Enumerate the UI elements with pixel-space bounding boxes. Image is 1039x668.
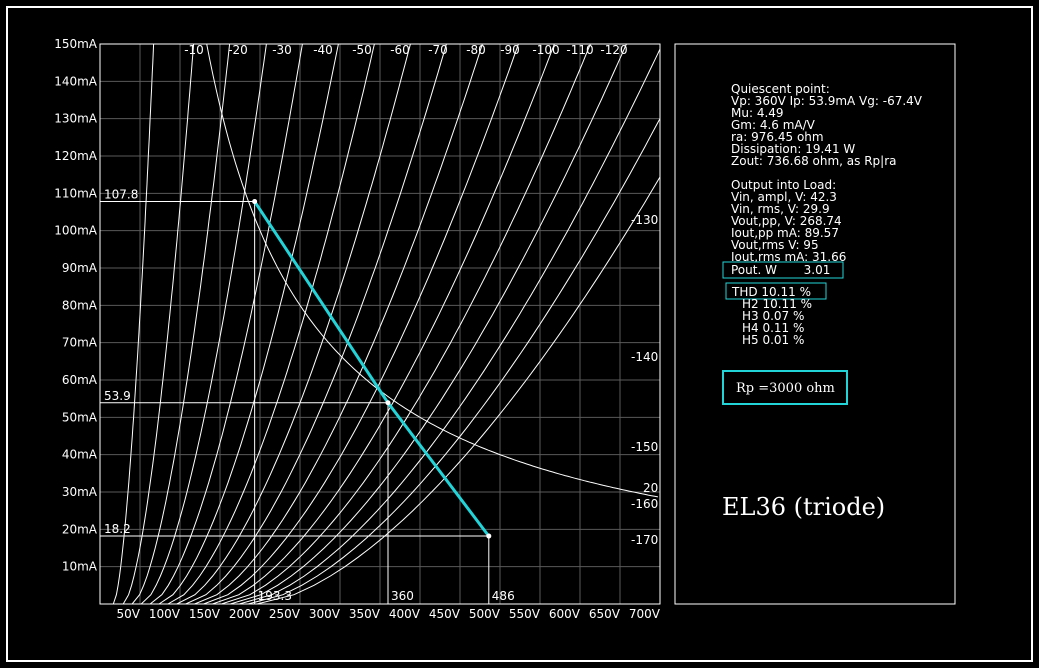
y-marker-label: 53.9	[104, 389, 131, 403]
curve-label: -20	[228, 43, 248, 57]
curve-label: -140	[631, 350, 658, 364]
plate-curve-chart: 50V 100V 150V 200V 250V 300V 350V 400V 450V 500V 5…	[54, 37, 956, 621]
plate-curve	[176, 44, 411, 604]
plate-curve	[140, 44, 267, 604]
y-tick-label: 30mA	[62, 485, 98, 499]
curve-label: -10	[184, 43, 204, 57]
y-tick-label: 140mA	[54, 74, 98, 88]
y-tick-label: 90mA	[62, 261, 98, 275]
x-marker-label: 360	[391, 589, 414, 603]
curve-label: -100	[532, 43, 559, 57]
x-tick-label: 650V	[589, 607, 621, 621]
pout-value: Pout. W 3.01	[731, 263, 830, 277]
plate-curve	[203, 44, 519, 604]
x-tick-label: 350V	[349, 607, 381, 621]
plate-curve	[212, 44, 555, 604]
curves-layer	[112, 44, 660, 604]
curve-label: -70	[428, 43, 448, 57]
curve-label: -150	[631, 440, 658, 454]
load-line	[253, 200, 490, 538]
harmonic-line: H5 0.01 %	[742, 333, 804, 347]
y-tick-label: 130mA	[54, 112, 98, 126]
y-tick-label: 100mA	[54, 224, 98, 238]
x-tick-label: 200V	[229, 607, 261, 621]
plate-curve	[239, 47, 660, 604]
y-tick-label: 110mA	[54, 186, 98, 200]
plate-curve	[122, 44, 195, 604]
y-tick-label: 50mA	[62, 410, 98, 424]
plate-curve	[194, 44, 483, 604]
x-tick-label: 150V	[189, 607, 221, 621]
curve-label: -110	[566, 43, 593, 57]
dissipation-curve	[206, 44, 658, 498]
load-line-point	[252, 199, 258, 205]
curve-label: -60	[390, 43, 410, 57]
y-tick-label: 60mA	[62, 373, 98, 387]
x-marker-label: 486	[492, 589, 515, 603]
y-tick-label: 120mA	[54, 149, 98, 163]
y-tick-label: 150mA	[54, 37, 98, 51]
curve-label: -40	[313, 43, 333, 57]
y-tick-label: 20mA	[62, 522, 98, 536]
quiescent-line: Zout: 736.68 ohm, as Rp|ra	[731, 154, 897, 168]
curve-label: -130	[631, 213, 658, 227]
x-tick-label: 100V	[149, 607, 181, 621]
plate-curve	[112, 44, 155, 604]
curve-label: -50	[352, 43, 372, 57]
grid-layer	[100, 43, 661, 604]
x-tick-label: 450V	[429, 607, 461, 621]
load-line-point	[385, 400, 391, 406]
plate-curve	[131, 44, 231, 604]
curve-label: -160	[631, 497, 658, 511]
curve-label: -170	[631, 533, 658, 547]
rp-value: Rp =3000 ohm	[736, 381, 835, 396]
x-tick-label: 50V	[117, 607, 141, 621]
y-tick-label: 70mA	[62, 336, 98, 350]
plate-curve	[247, 117, 660, 604]
x-marker-label: 193.3	[258, 589, 292, 603]
y-tick-label: 10mA	[62, 560, 98, 574]
plate-curve	[149, 44, 303, 604]
x-tick-label: 700V	[629, 607, 661, 621]
x-tick-label: 600V	[549, 607, 581, 621]
load-line-point	[486, 533, 492, 539]
x-tick-label: 550V	[509, 607, 541, 621]
labels-layer: 50V 100V 150V 200V 250V 300V 350V 400V 450V 500V 5…	[54, 37, 661, 621]
x-tick-label: 400V	[389, 607, 421, 621]
curve-label: -120	[600, 43, 627, 57]
plate-curve	[221, 44, 591, 604]
y-tick-label: 80mA	[62, 298, 98, 312]
y-marker-label: 18.2	[104, 522, 131, 536]
dissipation-label: 20	[643, 481, 658, 495]
plate-curve	[167, 44, 375, 604]
y-marker-label: 107.8	[104, 188, 138, 202]
curve-label: -80	[466, 43, 486, 57]
curve-label: -90	[500, 43, 520, 57]
curve-label: -30	[272, 43, 292, 57]
x-tick-label: 500V	[469, 607, 501, 621]
chart-title: EL36 (triode)	[722, 493, 885, 521]
x-tick-label: 300V	[309, 607, 341, 621]
x-tick-label: 250V	[269, 607, 301, 621]
y-tick-label: 40mA	[62, 448, 98, 462]
